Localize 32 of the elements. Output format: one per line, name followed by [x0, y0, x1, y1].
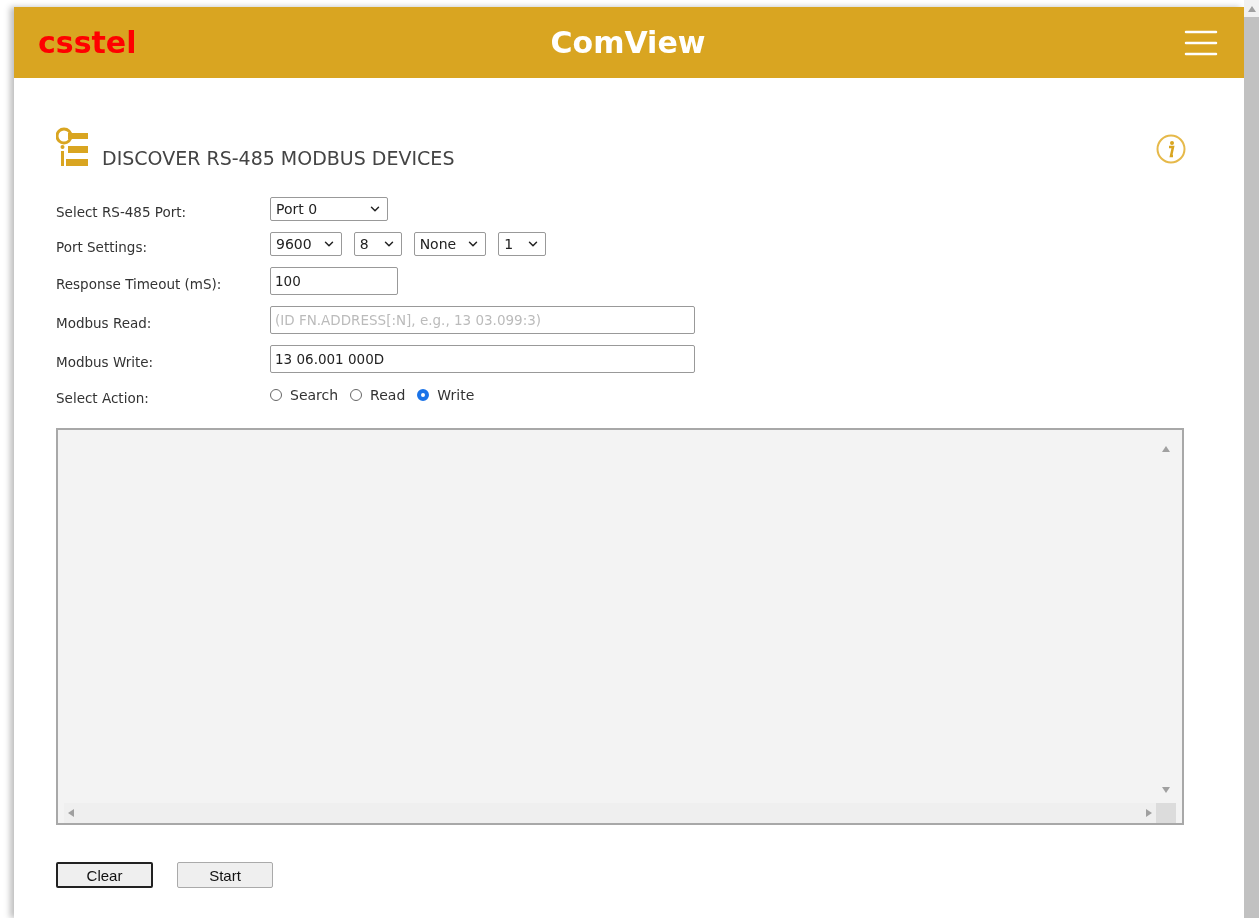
- dropdown-select[interactable]: 9600: [270, 232, 342, 256]
- dropdown-select[interactable]: Port 0: [270, 197, 388, 221]
- field-label: Modbus Read:: [56, 314, 153, 331]
- radio-label: Search: [290, 387, 339, 403]
- scroll-right-icon[interactable]: [1146, 809, 1152, 817]
- field-label: Response Timeout (mS):: [56, 275, 223, 292]
- scroll-up-icon[interactable]: [1162, 446, 1170, 452]
- dropdown-select[interactable]: 1: [498, 232, 547, 256]
- action-button[interactable]: Clear: [56, 862, 153, 888]
- logo: csstel: [38, 25, 138, 60]
- input-field[interactable]: (ID FN.ADDRESS[:N], e.g., 13 03.099:3): [270, 306, 695, 334]
- action-button[interactable]: Start: [177, 862, 273, 888]
- app-title: ComView: [550, 25, 706, 60]
- field-label: Modbus Write:: [56, 353, 155, 370]
- section-title: DISCOVER RS-485 MODBUS DEVICES: [102, 146, 456, 169]
- radio-button[interactable]: [417, 389, 430, 401]
- scroll-up-icon[interactable]: [1247, 5, 1256, 12]
- radio-label: Write: [437, 387, 475, 403]
- field-label: Port Settings:: [56, 238, 148, 255]
- scroll-down-icon[interactable]: [1162, 787, 1170, 793]
- input-field[interactable]: 100: [270, 267, 398, 295]
- info-icon[interactable]: [1156, 133, 1186, 164]
- input-field[interactable]: 13 06.001 000D: [270, 345, 695, 373]
- field-label: Select Action:: [56, 389, 150, 406]
- radio-label: Read: [370, 387, 406, 403]
- scrollbar-corner: [1156, 803, 1176, 823]
- scroll-left-icon[interactable]: [68, 809, 74, 817]
- scrollbar[interactable]: [1244, 0, 1259, 918]
- menu-icon[interactable]: [1184, 28, 1218, 57]
- dropdown-select[interactable]: 8: [353, 232, 402, 256]
- dropdown-select[interactable]: None: [413, 232, 487, 256]
- field-label: Select RS-485 Port:: [56, 203, 188, 220]
